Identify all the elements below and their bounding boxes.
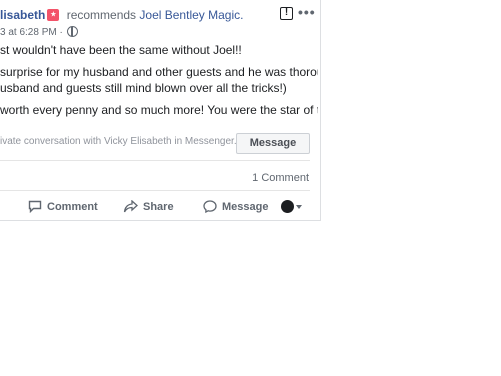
timestamp[interactable]: 3 at 6:28 PM · — [0, 27, 63, 38]
share-button[interactable]: Share — [123, 199, 174, 213]
post-text-line: surprise for my husband and other guests… — [0, 65, 318, 79]
more-dots-icon[interactable]: ••• — [298, 4, 316, 20]
comment-button[interactable]: Comment — [28, 200, 98, 214]
post-meta: 3 at 6:28 PM · — [0, 26, 78, 38]
flag-icon[interactable]: ! — [280, 7, 293, 20]
message-button[interactable]: Message — [236, 133, 310, 154]
post-text-line: worth every penny and so much more! You … — [0, 103, 318, 117]
action-text: recommends — [66, 8, 137, 22]
divider — [0, 160, 310, 161]
private-conversation-text: ivate conversation with Vicky Elisabeth … — [0, 136, 237, 147]
share-icon — [123, 199, 138, 213]
post-body: st wouldn't have been the same without J… — [0, 42, 318, 124]
message-label: Message — [222, 201, 269, 213]
messenger-icon — [203, 200, 217, 214]
author-name[interactable]: lisabeth — [0, 8, 45, 22]
avatar[interactable] — [281, 200, 294, 213]
comment-count[interactable]: 1 Comment — [252, 172, 309, 184]
divider — [0, 190, 310, 191]
comment-icon — [28, 200, 42, 214]
page-link[interactable]: Joel Bentley Magic. — [139, 8, 243, 22]
post-text-line: st wouldn't have been the same without J… — [0, 43, 242, 57]
comment-label: Comment — [47, 201, 98, 213]
caret-down-icon[interactable] — [296, 205, 302, 209]
recommend-badge-icon — [47, 9, 60, 21]
post-header: lisabeth recommends Joel Bentley Magic. — [0, 8, 243, 22]
post-card: lisabeth recommends Joel Bentley Magic. … — [0, 0, 321, 221]
messenger-button[interactable]: Message — [203, 200, 269, 214]
post-text-line: usband and guests still mind blown over … — [0, 81, 287, 95]
share-label: Share — [143, 201, 174, 213]
globe-icon — [66, 26, 78, 37]
